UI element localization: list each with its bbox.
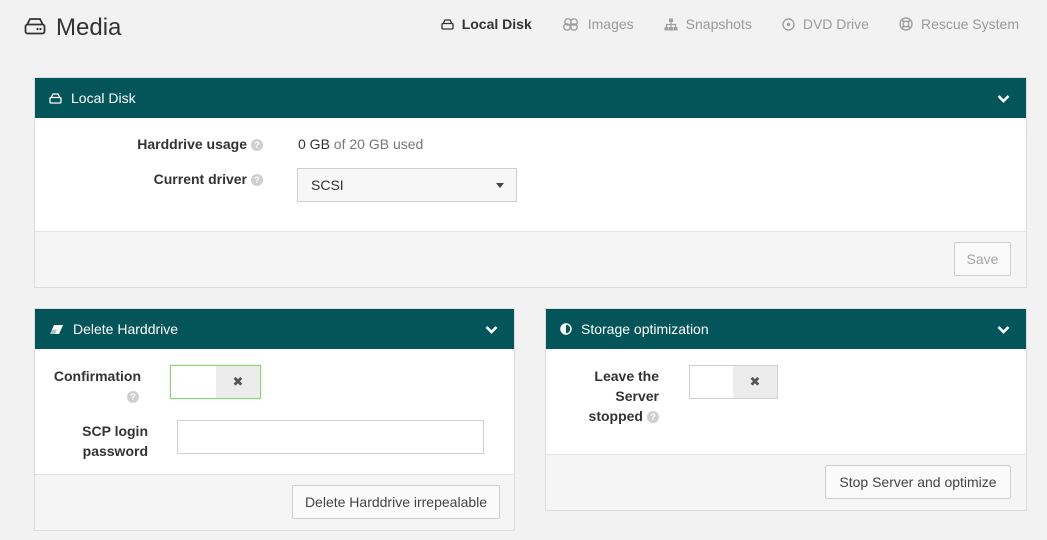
close-icon: ✖ xyxy=(733,366,777,398)
nav-dvd-drive[interactable]: DVD Drive xyxy=(782,14,869,34)
nav-label: DVD Drive xyxy=(802,16,869,32)
delete-harddrive-button[interactable]: Delete Harddrive irrepealable xyxy=(292,485,500,519)
label-text: Harddrive usage xyxy=(137,136,247,152)
stop-server-optimize-button[interactable]: Stop Server and optimize xyxy=(825,465,1011,499)
hard-drive-icon xyxy=(49,92,62,104)
dvd-icon xyxy=(782,17,795,31)
help-icon[interactable]: ? xyxy=(647,411,659,423)
help-icon[interactable]: ? xyxy=(251,174,263,186)
leave-server-stopped-toggle[interactable]: ✖ xyxy=(689,365,778,399)
current-driver-label: Current driver? xyxy=(115,169,263,189)
toggle-on-area xyxy=(171,366,216,398)
label-line: SCP login xyxy=(82,423,148,439)
save-button[interactable]: Save xyxy=(954,242,1011,276)
caret-down-icon xyxy=(496,183,504,188)
nav-label: Snapshots xyxy=(685,16,752,32)
delete-harddrive-panel: Delete Harddrive Confirmation ? ✖ SCP lo… xyxy=(34,308,515,531)
nav-snapshots[interactable]: Snapshots xyxy=(664,14,752,34)
close-icon: ✖ xyxy=(216,366,260,398)
nav-rescue-system[interactable]: Rescue System xyxy=(899,14,1019,34)
label-line: Server xyxy=(615,388,659,404)
leave-server-stopped-label: Leave the Server stopped? xyxy=(556,366,659,426)
images-icon xyxy=(562,17,580,31)
delete-harddrive-header[interactable]: Delete Harddrive xyxy=(35,309,514,349)
chevron-down-icon[interactable] xyxy=(997,322,1010,338)
nav-local-disk[interactable]: Local Disk xyxy=(441,14,532,34)
panel-title: Delete Harddrive xyxy=(73,321,179,337)
eraser-icon xyxy=(49,324,64,335)
storage-optimization-panel: Storage optimization Leave the Server st… xyxy=(545,308,1027,511)
storage-optimization-footer: Stop Server and optimize xyxy=(546,454,1026,510)
nav-images[interactable]: Images xyxy=(562,14,634,34)
label-line: password xyxy=(82,443,148,459)
chevron-down-icon[interactable] xyxy=(485,322,498,338)
driver-select-value: SCSI xyxy=(311,177,344,193)
usage-used: 0 GB xyxy=(298,136,330,152)
page-title-text: Media xyxy=(56,14,122,41)
confirmation-toggle[interactable]: ✖ xyxy=(170,365,261,399)
hard-drive-icon xyxy=(24,17,46,40)
confirmation-label: Confirmation ? xyxy=(45,366,141,406)
nav-label: Local Disk xyxy=(461,16,532,32)
top-bar: Media Local Disk Images Snapshots DVD Dr… xyxy=(0,0,1047,60)
help-icon[interactable]: ? xyxy=(127,391,139,403)
hard-drive-icon xyxy=(441,18,454,30)
storage-optimization-header[interactable]: Storage optimization xyxy=(546,309,1026,349)
panel-title: Storage optimization xyxy=(581,321,709,337)
snapshots-icon xyxy=(664,18,678,31)
label-line: stopped xyxy=(588,408,643,424)
harddrive-usage-value: 0 GB of 20 GB used xyxy=(298,134,423,154)
scp-password-input[interactable] xyxy=(177,420,484,454)
label-text: Confirmation xyxy=(53,368,141,384)
lifebuoy-icon xyxy=(899,17,913,31)
label-text: Current driver xyxy=(153,171,247,187)
local-disk-header[interactable]: Local Disk xyxy=(35,78,1026,118)
help-icon[interactable]: ? xyxy=(251,139,263,151)
scp-password-label: SCP login password xyxy=(45,421,148,461)
label-line: Leave the xyxy=(594,368,659,384)
local-disk-panel: Local Disk Harddrive usage? 0 GB of 20 G… xyxy=(34,77,1027,288)
usage-rest: of 20 GB used xyxy=(333,136,424,152)
toggle-on-area xyxy=(690,366,733,398)
media-nav: Local Disk Images Snapshots DVD Drive Re… xyxy=(441,14,1019,34)
driver-select[interactable]: SCSI xyxy=(297,168,517,202)
contrast-icon xyxy=(560,323,572,335)
page-title: Media xyxy=(24,14,121,42)
panel-title: Local Disk xyxy=(71,90,136,106)
chevron-down-icon[interactable] xyxy=(997,91,1010,107)
local-disk-footer: Save xyxy=(35,231,1026,287)
delete-harddrive-footer: Delete Harddrive irrepealable xyxy=(35,474,514,530)
nav-label: Images xyxy=(587,16,634,32)
harddrive-usage-label: Harddrive usage? xyxy=(115,134,263,154)
nav-label: Rescue System xyxy=(920,16,1019,32)
